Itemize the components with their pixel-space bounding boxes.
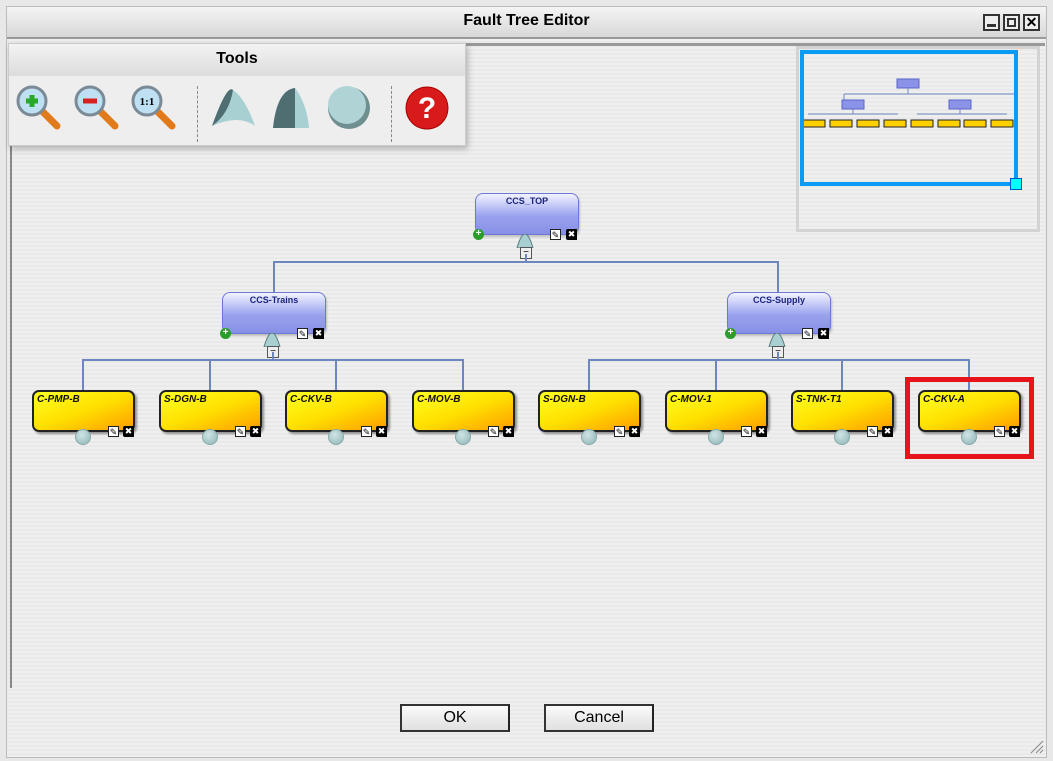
add-child-icon[interactable]: + bbox=[473, 229, 484, 240]
edit-icon[interactable]: ✎ bbox=[741, 426, 752, 437]
svg-text:1:1: 1:1 bbox=[140, 96, 155, 108]
connector-line bbox=[714, 359, 717, 390]
node-label: CCS-Trains bbox=[249, 295, 299, 305]
highlight-box bbox=[905, 377, 1034, 459]
help-icon[interactable]: ? bbox=[403, 84, 451, 132]
node-label: CCS-Supply bbox=[752, 295, 805, 305]
delete-icon[interactable]: ✖ bbox=[882, 426, 893, 437]
basic-event-node[interactable]: C-PMP-B bbox=[32, 390, 135, 432]
delete-icon[interactable]: ✖ bbox=[756, 426, 767, 437]
gate-node[interactable]: CCS_TOP bbox=[475, 193, 579, 235]
basic-event-icon bbox=[834, 429, 850, 445]
zoom-actual-icon[interactable]: 1:1 bbox=[130, 84, 178, 132]
delete-icon[interactable]: ✖ bbox=[123, 426, 134, 437]
basic-event-icon[interactable] bbox=[325, 84, 373, 132]
gate-node[interactable]: CCS-Trains bbox=[222, 292, 326, 334]
and-gate-icon[interactable] bbox=[209, 84, 257, 132]
delete-icon[interactable]: ✖ bbox=[629, 426, 640, 437]
zoom-in-icon[interactable] bbox=[15, 84, 63, 132]
connector-line bbox=[525, 254, 527, 262]
connector-line bbox=[208, 359, 211, 390]
maximize-button[interactable] bbox=[1003, 14, 1020, 31]
title-bar: Fault Tree Editor ✕ bbox=[7, 7, 1046, 39]
edit-icon[interactable]: ✎ bbox=[488, 426, 499, 437]
node-label: S-DGN-B bbox=[543, 394, 586, 405]
tools-panel: Tools 1:1 ? bbox=[8, 43, 466, 146]
basic-event-node[interactable]: S-DGN-B bbox=[538, 390, 641, 432]
add-child-icon[interactable]: + bbox=[220, 328, 231, 339]
node-label: S-DGN-B bbox=[164, 394, 207, 405]
basic-event-node[interactable]: C-CKV-B bbox=[285, 390, 388, 432]
basic-event-icon bbox=[708, 429, 724, 445]
delete-icon[interactable]: ✖ bbox=[376, 426, 387, 437]
separator bbox=[197, 86, 198, 142]
edit-icon[interactable]: ✎ bbox=[550, 229, 561, 240]
edit-icon[interactable]: ✎ bbox=[802, 328, 813, 339]
tools-title: Tools bbox=[9, 44, 465, 76]
basic-event-node[interactable]: C-MOV-B bbox=[412, 390, 515, 432]
node-label: C-MOV-1 bbox=[670, 394, 712, 405]
svg-text:?: ? bbox=[418, 92, 436, 125]
edit-icon[interactable]: ✎ bbox=[108, 426, 119, 437]
basic-event-node[interactable]: S-DGN-B bbox=[159, 390, 262, 432]
basic-event-node[interactable]: C-MOV-1 bbox=[665, 390, 768, 432]
connector-line bbox=[335, 359, 337, 390]
connector-line bbox=[272, 352, 274, 360]
separator bbox=[391, 86, 392, 142]
basic-event-icon bbox=[581, 429, 597, 445]
delete-icon[interactable]: ✖ bbox=[250, 426, 261, 437]
window-title: Fault Tree Editor bbox=[463, 12, 590, 29]
connector-line bbox=[841, 359, 843, 390]
edit-icon[interactable]: ✎ bbox=[297, 328, 308, 339]
basic-event-icon bbox=[202, 429, 218, 445]
minimap-viewport[interactable] bbox=[800, 50, 1018, 186]
connector-line bbox=[777, 352, 779, 360]
edit-icon[interactable]: ✎ bbox=[235, 426, 246, 437]
delete-icon[interactable]: ✖ bbox=[818, 328, 829, 339]
connector-line bbox=[588, 359, 590, 390]
delete-icon[interactable]: ✖ bbox=[313, 328, 324, 339]
close-button[interactable]: ✕ bbox=[1023, 14, 1040, 31]
basic-event-icon bbox=[455, 429, 471, 445]
or-gate-icon bbox=[263, 333, 281, 347]
connector-line bbox=[777, 261, 779, 292]
gate-node[interactable]: CCS-Supply bbox=[727, 292, 831, 334]
zoom-out-icon[interactable] bbox=[73, 84, 121, 132]
node-label: C-MOV-B bbox=[417, 394, 461, 405]
viewport-resize-handle[interactable] bbox=[1010, 178, 1022, 190]
minimize-button[interactable] bbox=[983, 14, 1000, 31]
resize-grip-icon[interactable] bbox=[1028, 738, 1044, 754]
edit-icon[interactable]: ✎ bbox=[867, 426, 878, 437]
delete-icon[interactable]: ✖ bbox=[503, 426, 514, 437]
connector-line bbox=[273, 261, 275, 292]
add-child-icon[interactable]: + bbox=[725, 328, 736, 339]
or-gate-icon[interactable] bbox=[267, 84, 315, 132]
cancel-button[interactable]: Cancel bbox=[544, 704, 654, 732]
or-gate-icon bbox=[516, 234, 534, 248]
delete-icon[interactable]: ✖ bbox=[566, 229, 577, 240]
node-label: C-PMP-B bbox=[37, 394, 80, 405]
node-label: S-TNK-T1 bbox=[796, 394, 842, 405]
node-label: CCS_TOP bbox=[505, 196, 549, 206]
connector-line bbox=[82, 359, 84, 390]
basic-event-node[interactable]: S-TNK-T1 bbox=[791, 390, 894, 432]
edit-icon[interactable]: ✎ bbox=[614, 426, 625, 437]
ok-button[interactable]: OK bbox=[400, 704, 510, 732]
connector-line bbox=[461, 359, 464, 390]
basic-event-icon bbox=[328, 429, 344, 445]
node-label: C-CKV-B bbox=[290, 394, 332, 405]
edit-icon[interactable]: ✎ bbox=[361, 426, 372, 437]
or-gate-icon bbox=[768, 333, 786, 347]
basic-event-icon bbox=[75, 429, 91, 445]
